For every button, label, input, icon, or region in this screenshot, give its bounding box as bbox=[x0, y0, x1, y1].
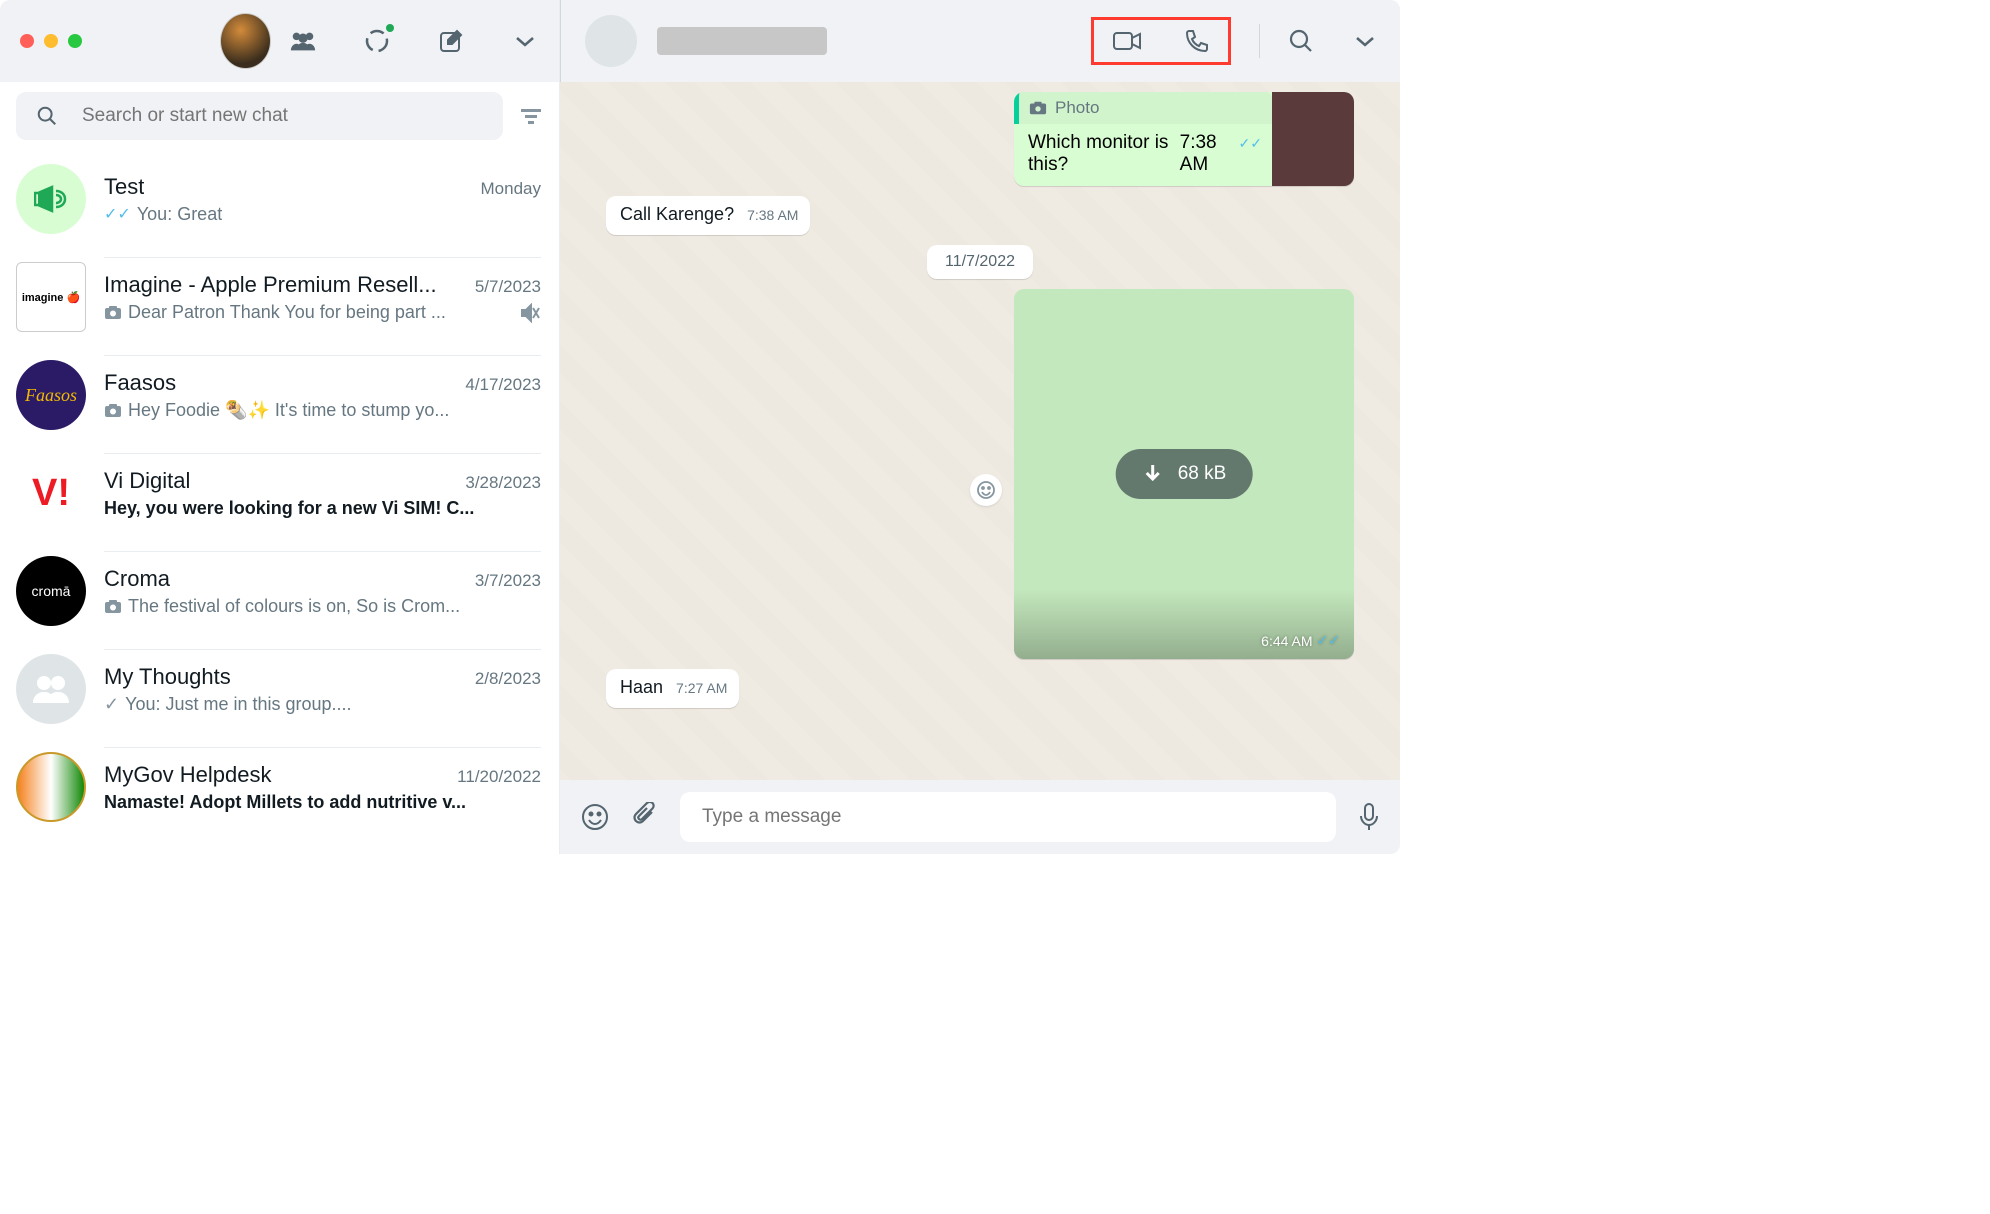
chat-list: Test Monday ✓✓ You: Great imagine 🍎Imagine … bbox=[0, 150, 559, 854]
chat-time: 11/20/2022 bbox=[457, 767, 541, 787]
attach-icon[interactable] bbox=[632, 802, 658, 832]
chat-name: Faasos bbox=[104, 370, 176, 396]
chat-time: 3/7/2023 bbox=[475, 571, 541, 591]
camera-icon bbox=[104, 305, 122, 320]
message-text: Call Karenge? bbox=[620, 204, 734, 224]
contact-avatar[interactable] bbox=[585, 15, 637, 67]
chat-header bbox=[560, 0, 1400, 82]
incoming-message[interactable]: Call Karenge? 7:38 AM bbox=[606, 196, 810, 235]
message-time: 6:44 AM bbox=[1261, 633, 1312, 649]
camera-icon bbox=[1029, 100, 1047, 116]
chat-snippet: You: Great bbox=[137, 204, 222, 225]
menu-chevron-icon[interactable] bbox=[511, 27, 539, 55]
message-time: 7:27 AM bbox=[676, 680, 727, 696]
chat-list-item[interactable]: V!Vi Digital3/28/2023Hey, you were looki… bbox=[0, 444, 559, 542]
my-profile-avatar[interactable] bbox=[220, 13, 271, 69]
react-emoji-button[interactable] bbox=[970, 474, 1002, 506]
chat-snippet: Namaste! Adopt Millets to add nutritive … bbox=[104, 792, 466, 813]
read-tick-icon: ✓✓ bbox=[104, 204, 131, 224]
message-composer bbox=[560, 780, 1400, 854]
file-size: 68 kB bbox=[1178, 463, 1227, 485]
mic-icon[interactable] bbox=[1358, 802, 1380, 832]
chat-name: Test bbox=[104, 174, 144, 200]
incoming-message[interactable]: Haan 7:27 AM bbox=[606, 669, 739, 708]
new-chat-icon[interactable] bbox=[437, 27, 465, 55]
chat-time: 5/7/2023 bbox=[475, 277, 541, 297]
left-header bbox=[0, 0, 559, 82]
window-controls bbox=[20, 34, 82, 48]
search-box[interactable] bbox=[16, 92, 503, 140]
sent-tick-icon: ✓ bbox=[104, 694, 119, 715]
communities-icon[interactable] bbox=[289, 27, 317, 55]
voice-call-icon[interactable] bbox=[1184, 28, 1210, 54]
chat-snippet: You: Just me in this group.... bbox=[125, 694, 351, 715]
chat-name: My Thoughts bbox=[104, 664, 231, 690]
chat-snippet: Hey, you were looking for a new Vi SIM! … bbox=[104, 498, 474, 519]
chat-list-item[interactable]: MyGov Helpdesk 11/20/2022 Namaste! Adopt M… bbox=[0, 738, 559, 836]
header-divider bbox=[1259, 24, 1260, 58]
message-time: 7:38 AM bbox=[1180, 132, 1237, 176]
window-minimize[interactable] bbox=[44, 34, 58, 48]
chat-list-item[interactable]: imagine 🍎Imagine - Apple Premium Resell.… bbox=[0, 248, 559, 346]
date-divider: 11/7/2022 bbox=[927, 245, 1033, 279]
outgoing-media-message[interactable]: 68 kB 6:44 AM ✓✓ bbox=[1014, 289, 1354, 659]
chat-time: Monday bbox=[481, 179, 541, 199]
chat-list-item[interactable]: Test Monday ✓✓ You: Great bbox=[0, 150, 559, 248]
call-buttons-highlight bbox=[1091, 17, 1231, 65]
chat-snippet: Dear Patron Thank You for being part ... bbox=[128, 302, 446, 323]
search-in-chat-icon[interactable] bbox=[1288, 28, 1314, 54]
window-maximize[interactable] bbox=[68, 34, 82, 48]
chat-name: Croma bbox=[104, 566, 170, 592]
message-input[interactable] bbox=[702, 806, 1314, 828]
read-tick-icon: ✓✓ bbox=[1239, 135, 1262, 152]
muted-icon bbox=[519, 303, 541, 323]
photo-label: Photo bbox=[1055, 98, 1099, 118]
message-text: Haan bbox=[620, 677, 663, 697]
message-time: 7:38 AM bbox=[747, 207, 798, 223]
chat-menu-chevron-icon[interactable] bbox=[1354, 34, 1376, 48]
search-icon bbox=[36, 105, 58, 127]
chat-list-item[interactable]: cromāCroma3/7/2023 The festival of colou… bbox=[0, 542, 559, 640]
chat-time: 3/28/2023 bbox=[465, 473, 541, 493]
chat-snippet: The festival of colours is on, So is Cro… bbox=[128, 596, 460, 617]
chat-name: Vi Digital bbox=[104, 468, 190, 494]
chat-time: 2/8/2023 bbox=[475, 669, 541, 689]
status-icon[interactable] bbox=[363, 27, 391, 55]
chat-name: Imagine - Apple Premium Resell... bbox=[104, 272, 437, 298]
photo-thumbnail bbox=[1272, 92, 1354, 186]
chat-name: MyGov Helpdesk bbox=[104, 762, 272, 788]
quoted-photo-message[interactable]: Photo Which monitor is this? 7:38 AM ✓✓ bbox=[1014, 92, 1354, 186]
camera-icon bbox=[104, 599, 122, 614]
read-tick-icon: ✓✓ bbox=[1317, 632, 1340, 649]
message-input-wrapper[interactable] bbox=[680, 792, 1336, 842]
message-text: Which monitor is this? bbox=[1028, 132, 1180, 176]
chat-list-item[interactable]: My Thoughts 2/8/2023 ✓ You: Just me in thi… bbox=[0, 640, 559, 738]
chat-list-item[interactable]: FaasosFaasos4/17/2023 Hey Foodie 🌯✨ It's… bbox=[0, 346, 559, 444]
search-input[interactable] bbox=[82, 105, 483, 127]
chat-time: 4/17/2023 bbox=[465, 375, 541, 395]
contact-name-redacted bbox=[657, 27, 827, 55]
camera-icon bbox=[104, 403, 122, 418]
video-call-icon[interactable] bbox=[1112, 30, 1142, 52]
download-arrow-icon bbox=[1142, 463, 1164, 485]
filter-icon[interactable] bbox=[519, 106, 543, 126]
chat-messages: Photo Which monitor is this? 7:38 AM ✓✓ … bbox=[560, 82, 1400, 780]
emoji-picker-icon[interactable] bbox=[580, 802, 610, 832]
window-close[interactable] bbox=[20, 34, 34, 48]
chat-snippet: Hey Foodie 🌯✨ It's time to stump yo... bbox=[128, 400, 449, 421]
download-button[interactable]: 68 kB bbox=[1116, 449, 1253, 499]
